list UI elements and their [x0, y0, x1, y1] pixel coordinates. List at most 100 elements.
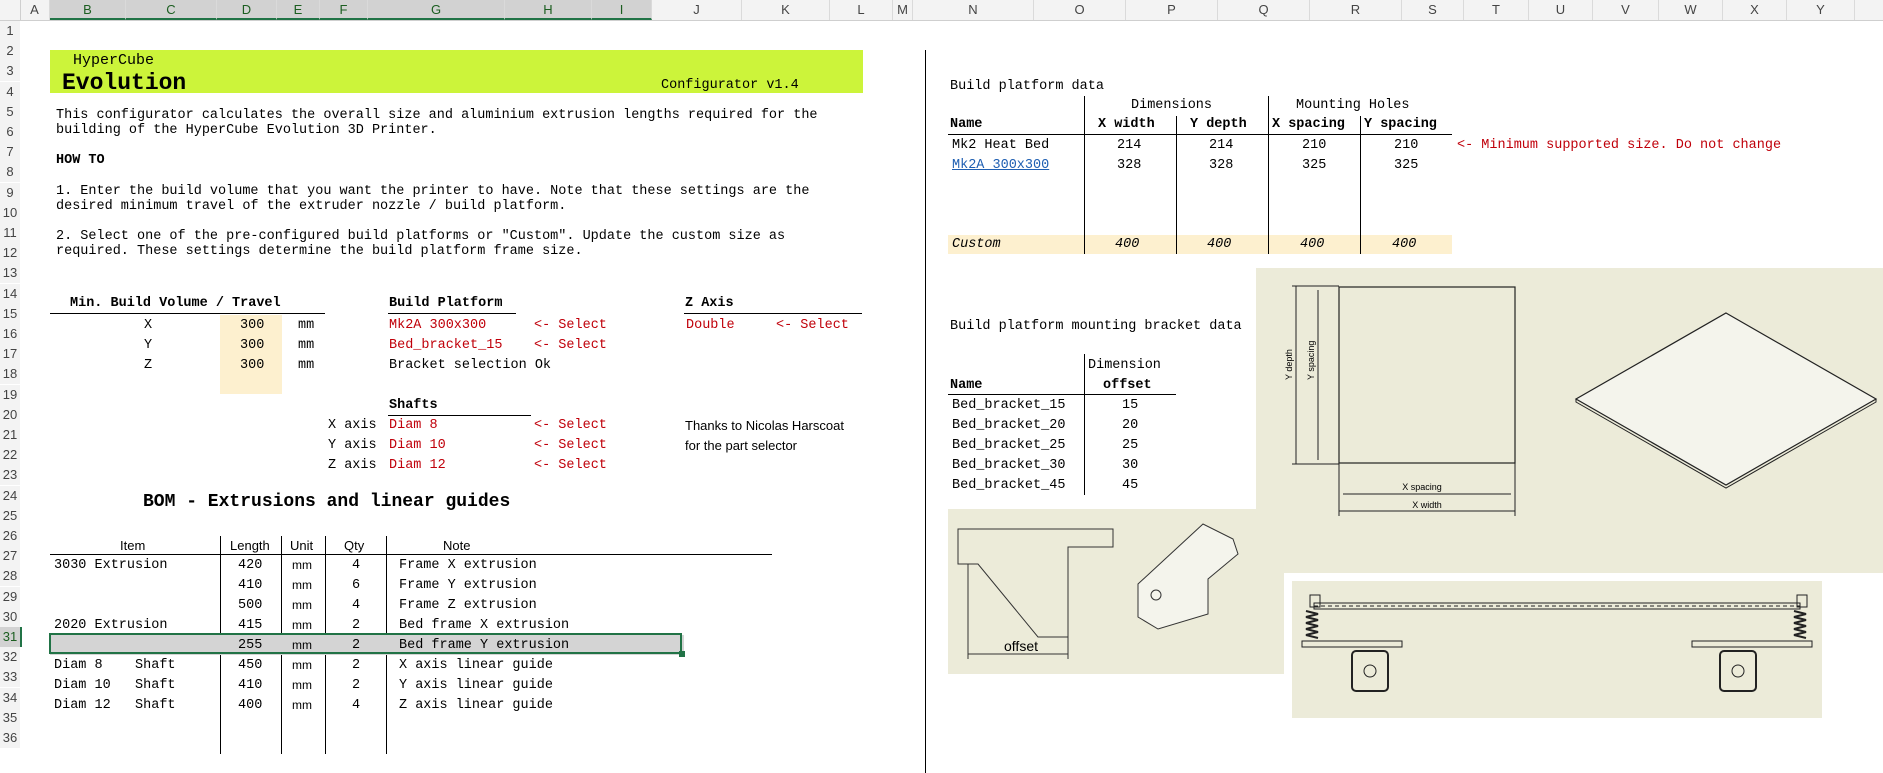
column-header-G[interactable]: G	[368, 0, 505, 20]
shaft-axis-label: X axis	[328, 418, 377, 433]
selected-cell-outline[interactable]	[49, 633, 682, 654]
column-header-J[interactable]: J	[652, 0, 742, 20]
column-header-B[interactable]: B	[50, 0, 126, 20]
column-header-Y[interactable]: Y	[1787, 0, 1855, 20]
frame-section-drawing	[1292, 581, 1822, 718]
shaft-select-3[interactable]: Diam 12	[389, 458, 446, 473]
row-header-29[interactable]: 29	[0, 586, 20, 607]
row-header-34[interactable]: 34	[0, 687, 20, 708]
column-header-A[interactable]: A	[20, 0, 50, 20]
row-header-10[interactable]: 10	[0, 202, 20, 223]
pd-col-xwidth: X width	[1098, 117, 1155, 132]
pd-col-xspacing: X spacing	[1272, 117, 1345, 132]
row-header-11[interactable]: 11	[0, 223, 20, 243]
shaft-select-2[interactable]: Diam 10	[389, 438, 446, 453]
row-header-18[interactable]: 18	[0, 364, 20, 385]
row-header-20[interactable]: 20	[0, 404, 20, 425]
column-header-T[interactable]: T	[1464, 0, 1529, 20]
row-header-35[interactable]: 35	[0, 707, 20, 728]
howto-step: required. These settings determine the b…	[56, 244, 583, 259]
row-header-1[interactable]: 1	[0, 21, 20, 41]
column-header-W[interactable]: W	[1659, 0, 1723, 20]
row-header-33[interactable]: 33	[0, 667, 20, 688]
bom-length: 410	[238, 578, 263, 593]
column-header-H[interactable]: H	[505, 0, 592, 20]
row-header-16[interactable]: 16	[0, 324, 20, 344]
row-header-7[interactable]: 7	[0, 142, 20, 163]
column-header-L[interactable]: L	[830, 0, 893, 20]
row-header-22[interactable]: 22	[0, 445, 20, 466]
row-header-14[interactable]: 14	[0, 283, 20, 304]
bracket-offset: 45	[1122, 478, 1139, 493]
column-header-V[interactable]: V	[1593, 0, 1659, 20]
platform-link[interactable]: Mk2A 300x300	[952, 158, 1049, 173]
fill-handle[interactable]	[679, 651, 685, 657]
row-header-9[interactable]: 9	[0, 182, 20, 203]
custom-xwidth[interactable]: 400	[1115, 237, 1139, 252]
row-header-2[interactable]: 2	[0, 41, 20, 62]
column-header-K[interactable]: K	[742, 0, 830, 20]
row-header-5[interactable]: 5	[0, 101, 20, 122]
row-header-23[interactable]: 23	[0, 465, 20, 486]
column-header-O[interactable]: O	[1034, 0, 1126, 20]
row-header-36[interactable]: 36	[0, 728, 20, 748]
column-header-X[interactable]: X	[1723, 0, 1787, 20]
row-header-8[interactable]: 8	[0, 162, 20, 183]
bd-col-name: Name	[950, 378, 983, 393]
shaft-select-1[interactable]: Diam 8	[389, 418, 438, 433]
row-header-3[interactable]: 3	[0, 61, 20, 82]
column-header-I[interactable]: I	[592, 0, 652, 20]
bom-col-qty: Qty	[344, 538, 365, 553]
build-volume-z-input[interactable]: 300	[240, 358, 264, 373]
row-header-24[interactable]: 24	[0, 485, 20, 506]
build-volume-x-input[interactable]: 300	[240, 318, 264, 333]
row-header-32[interactable]: 32	[0, 647, 20, 668]
column-header-D[interactable]: D	[217, 0, 277, 20]
bracket-select[interactable]: Bed_bracket_15	[389, 338, 502, 353]
column-header-E[interactable]: E	[277, 0, 320, 20]
pd-xwidth: 328	[1117, 158, 1142, 173]
row-header-19[interactable]: 19	[0, 384, 20, 405]
select-all-corner[interactable]	[0, 0, 21, 20]
column-header-Q[interactable]: Q	[1218, 0, 1310, 20]
unit-label: mm	[298, 338, 315, 353]
row-header-6[interactable]: 6	[0, 122, 20, 142]
howto-step: 2. Select one of the pre-configured buil…	[56, 229, 786, 244]
custom-yspacing[interactable]: 400	[1392, 237, 1416, 252]
row-header-30[interactable]: 30	[0, 606, 20, 627]
platform-name: Mk2 Heat Bed	[952, 138, 1050, 153]
build-volume-header: Min. Build Volume / Travel	[70, 296, 281, 311]
bom-length[interactable]: 255	[238, 638, 262, 653]
row-header-4[interactable]: 4	[0, 81, 20, 102]
shafts-header: Shafts	[389, 398, 438, 413]
column-header-S[interactable]: S	[1402, 0, 1464, 20]
bracket-iso-view	[1137, 523, 1239, 630]
row-header-27[interactable]: 27	[0, 546, 20, 567]
column-header-M[interactable]: M	[893, 0, 913, 20]
bom-length: 420	[238, 558, 263, 573]
row-header-28[interactable]: 28	[0, 566, 20, 587]
bom-note: Y axis linear guide	[399, 678, 553, 693]
column-header-R[interactable]: R	[1310, 0, 1402, 20]
column-header-F[interactable]: F	[320, 0, 368, 20]
z-axis-select[interactable]: Double	[686, 318, 735, 333]
row-header-26[interactable]: 26	[0, 526, 20, 546]
bom-unit: mm	[292, 698, 312, 712]
thanks-note: Thanks to Nicolas Harscoat	[685, 418, 844, 433]
column-header-P[interactable]: P	[1126, 0, 1218, 20]
row-header-15[interactable]: 15	[0, 303, 20, 324]
column-header-C[interactable]: C	[126, 0, 217, 20]
custom-ydepth[interactable]: 400	[1207, 237, 1231, 252]
row-header-21[interactable]: 21	[0, 425, 20, 445]
build-volume-y-input[interactable]: 300	[240, 338, 264, 353]
row-header-25[interactable]: 25	[0, 505, 20, 526]
column-header-U[interactable]: U	[1529, 0, 1593, 20]
row-header-31[interactable]: 31	[0, 627, 22, 647]
custom-xspacing[interactable]: 400	[1300, 237, 1324, 252]
column-header-N[interactable]: N	[913, 0, 1034, 20]
row-header-12[interactable]: 12	[0, 243, 20, 264]
platform-select[interactable]: Mk2A 300x300	[389, 318, 486, 333]
row-header-13[interactable]: 13	[0, 263, 20, 284]
row-header-17[interactable]: 17	[0, 344, 20, 365]
bom-qty: 4	[352, 698, 361, 713]
